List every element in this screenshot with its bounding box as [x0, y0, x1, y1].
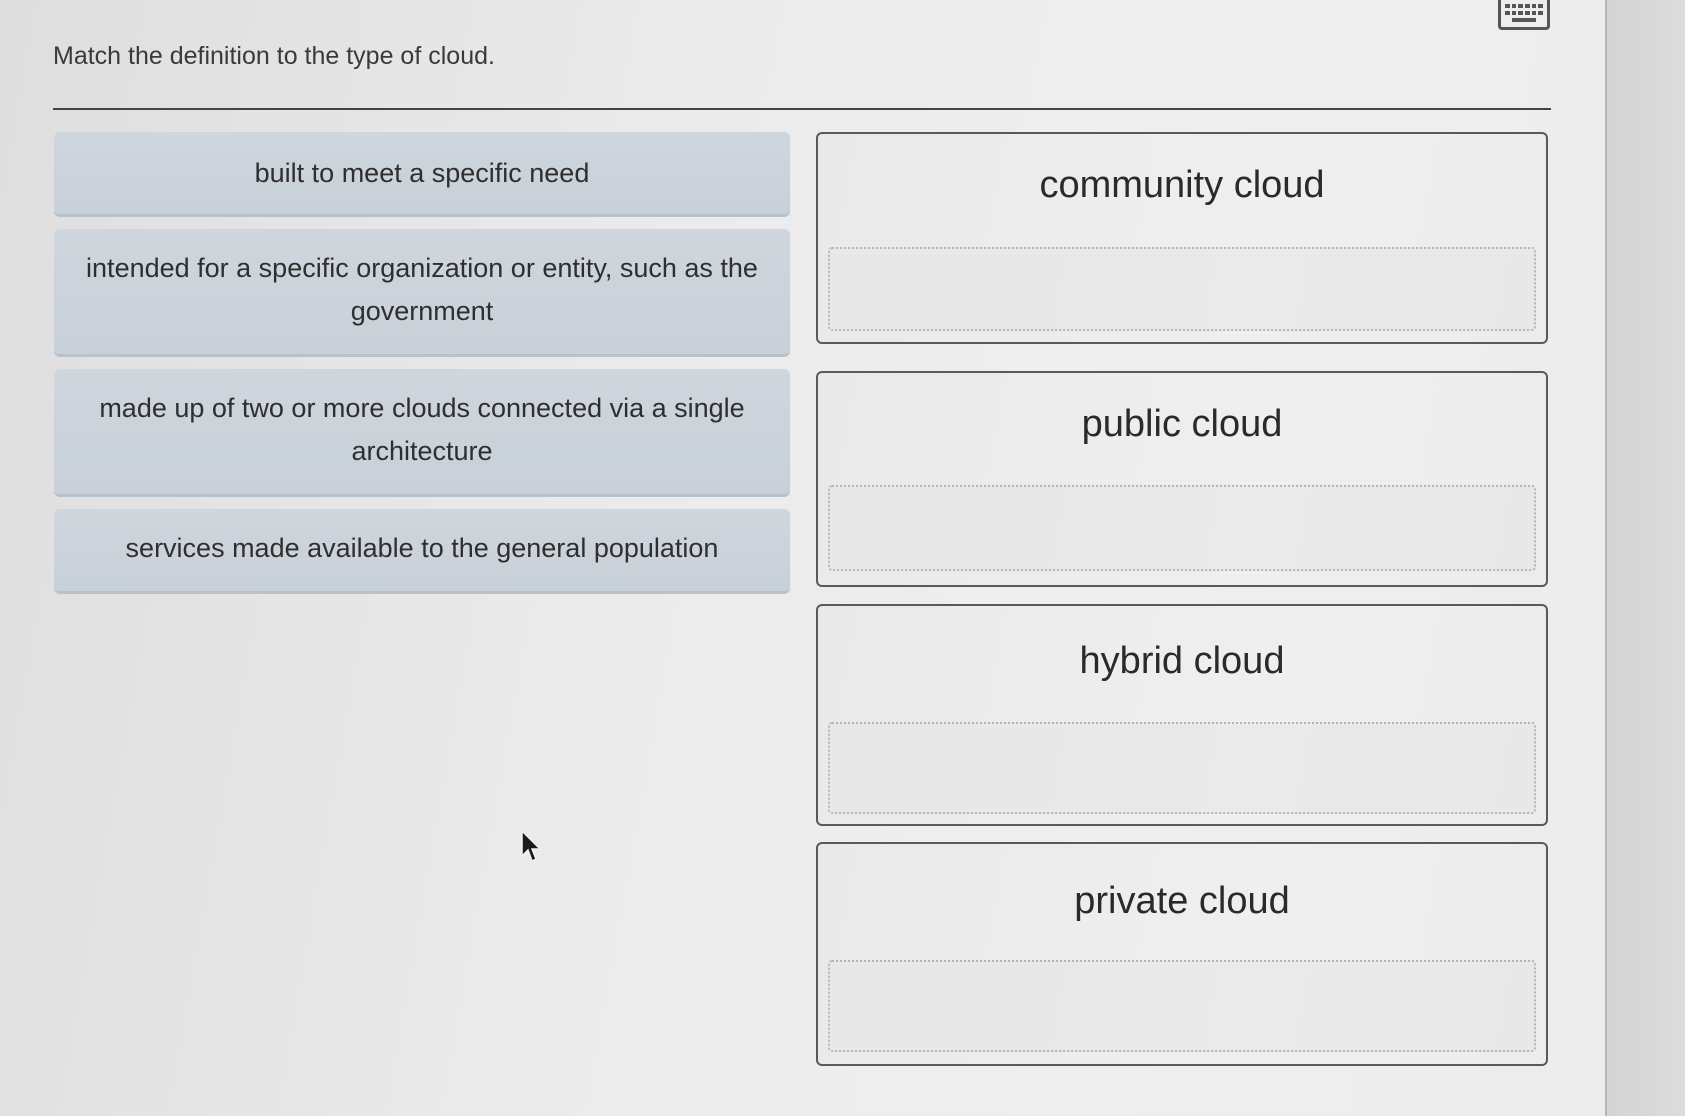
window-edge: [1607, 0, 1685, 1116]
drop-zone[interactable]: [828, 485, 1536, 571]
target-label: public cloud: [1081, 403, 1283, 445]
target-hybrid-cloud: hybrid cloud: [816, 604, 1548, 826]
definition-card[interactable]: services made available to the general p…: [54, 509, 790, 594]
target-label: community cloud: [1039, 164, 1325, 206]
definition-card[interactable]: intended for a specific organization or …: [54, 229, 790, 357]
divider: [53, 108, 1551, 110]
target-private-cloud: private cloud: [816, 842, 1548, 1066]
definition-list: built to meet a specific need intended f…: [54, 132, 792, 606]
target-label: hybrid cloud: [1079, 640, 1285, 682]
definition-card[interactable]: made up of two or more clouds connected …: [54, 369, 790, 497]
drop-zone[interactable]: [828, 722, 1536, 814]
definition-card[interactable]: built to meet a specific need: [54, 132, 790, 217]
quiz-page: Match the definition to the type of clou…: [0, 0, 1607, 1116]
target-label: private cloud: [1074, 880, 1290, 922]
keyboard-icon[interactable]: [1498, 0, 1550, 30]
question-prompt: Match the definition to the type of clou…: [53, 42, 495, 70]
target-public-cloud: public cloud: [816, 371, 1548, 587]
target-community-cloud: community cloud: [816, 132, 1548, 344]
mouse-pointer-icon: [521, 830, 542, 863]
drop-zone[interactable]: [828, 247, 1536, 331]
drop-zone[interactable]: [828, 960, 1536, 1052]
